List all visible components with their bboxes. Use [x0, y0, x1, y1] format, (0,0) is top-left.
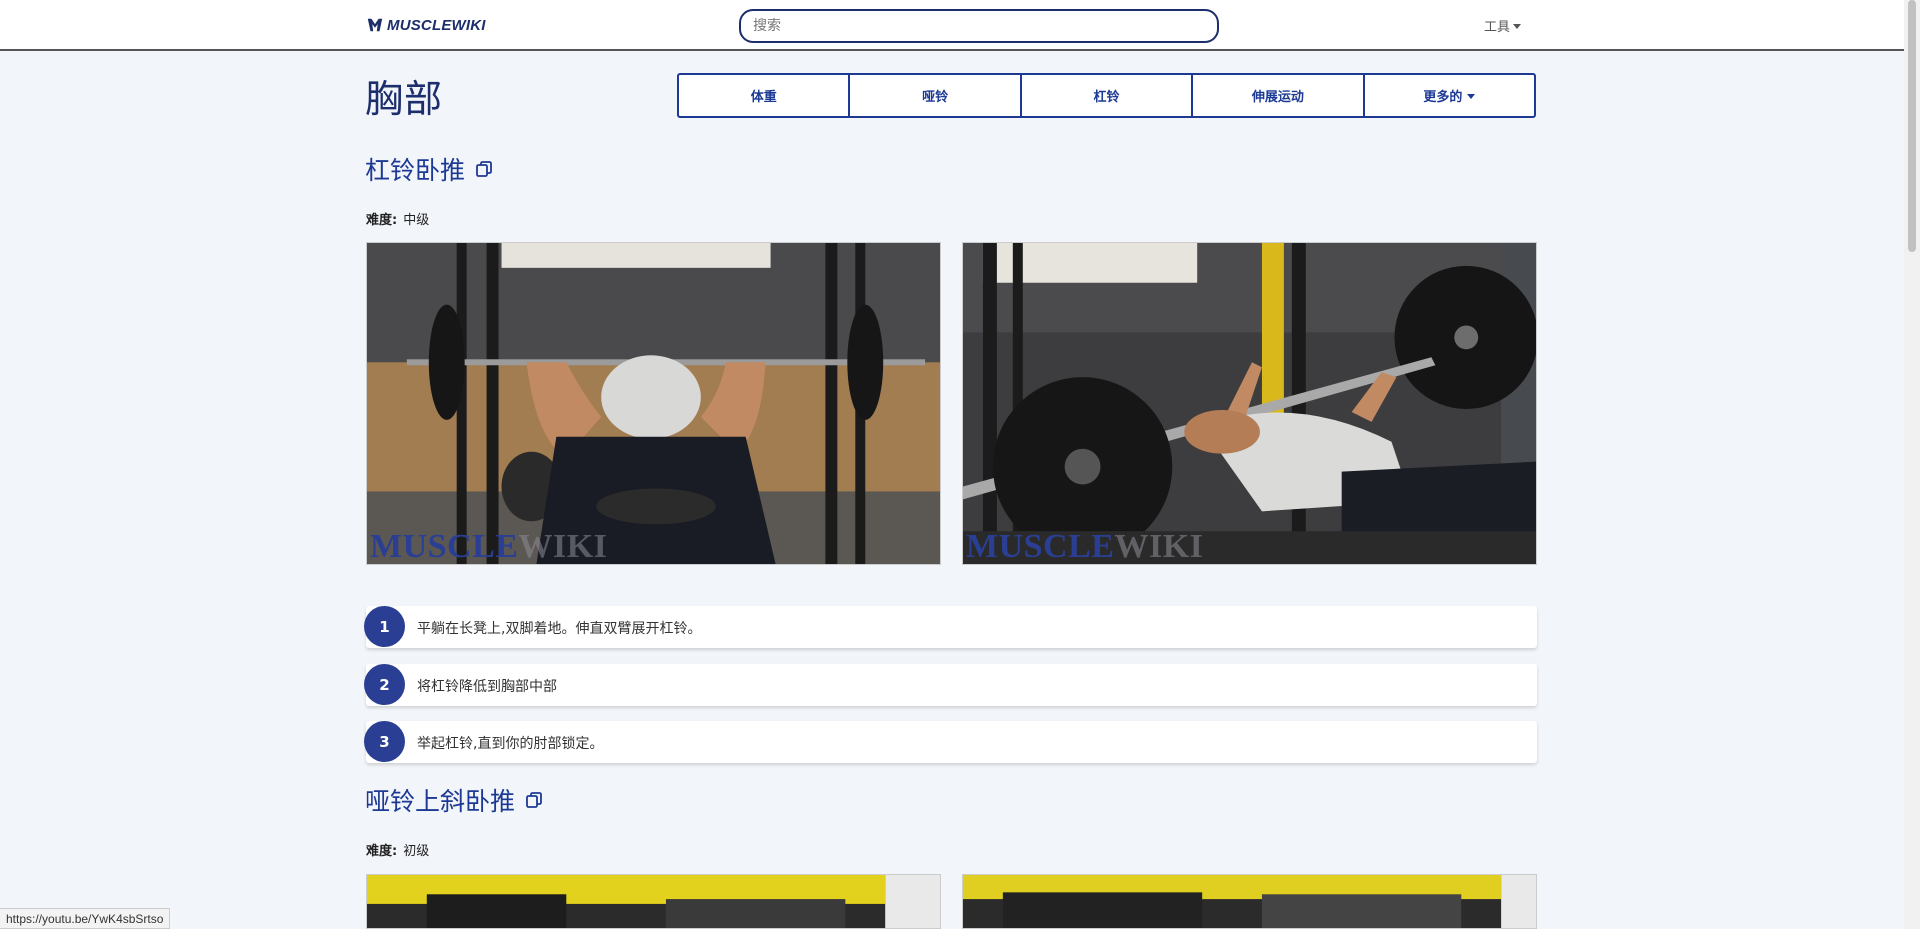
step-number: 1 [364, 606, 405, 647]
video-watermark: MUSCLEWIKI [370, 528, 608, 565]
video-frame-front [367, 875, 940, 928]
copy-icon[interactable] [525, 791, 543, 809]
difficulty: 难度: 中级 [366, 209, 429, 228]
top-navbar: MUSCLEWIKI 工具 [0, 0, 1904, 51]
instruction-step: 2 将杠铃降低到胸部中部 [364, 664, 1537, 706]
tab-label: 杠铃 [1093, 90, 1120, 105]
logo-text: MUSCLEWIKI [387, 16, 486, 34]
step-text: 举起杠铃,直到你的肘部锁定。 [417, 736, 604, 752]
search-input[interactable] [739, 9, 1219, 43]
chevron-down-icon [1467, 93, 1476, 99]
tab-bodyweight[interactable]: 体重 [679, 75, 851, 116]
instruction-step: 3 举起杠铃,直到你的肘部锁定。 [364, 721, 1537, 763]
step-number: 3 [364, 721, 405, 762]
tools-dropdown[interactable]: 工具 [1484, 16, 1522, 35]
exercise-title: 哑铃上斜卧推 [365, 782, 543, 818]
video-frame-front [367, 243, 940, 564]
difficulty-value: 初级 [403, 844, 430, 859]
difficulty-value: 中级 [403, 213, 430, 228]
tab-stretches[interactable]: 伸展运动 [1193, 75, 1365, 116]
tab-label: 哑铃 [922, 90, 949, 105]
exercise-title-text: 哑铃上斜卧推 [365, 787, 516, 816]
page-title: 胸部 [365, 77, 444, 121]
tab-barbell[interactable]: 杠铃 [1022, 75, 1194, 116]
chevron-down-icon [1513, 23, 1522, 29]
instruction-step: 1 平躺在长凳上,双脚着地。伸直双臂展开杠铃。 [364, 606, 1537, 648]
video-frame-side [963, 875, 1536, 928]
page-scrollbar[interactable] [1904, 0, 1920, 929]
tools-label: 工具 [1484, 20, 1511, 35]
tab-dumbbells[interactable]: 哑铃 [850, 75, 1022, 116]
video-watermark: MUSCLEWIKI [966, 528, 1204, 565]
difficulty-label: 难度: [366, 213, 398, 228]
exercise-title: 杠铃卧推 [365, 151, 493, 187]
tab-label: 体重 [750, 90, 777, 105]
tab-label: 伸展运动 [1251, 90, 1304, 105]
step-text: 平躺在长凳上,双脚着地。伸直双臂展开杠铃。 [417, 621, 702, 637]
copy-icon[interactable] [475, 160, 493, 178]
site-logo[interactable]: MUSCLEWIKI [366, 14, 486, 36]
tab-label: 更多的 [1423, 90, 1463, 105]
exercise-video-front[interactable]: MUSCLEWIKI [366, 242, 941, 565]
tab-more-dropdown[interactable]: 更多的 [1365, 75, 1534, 116]
difficulty-label: 难度: [366, 844, 398, 859]
exercise-title-text: 杠铃卧推 [365, 156, 466, 185]
exercise-video-side[interactable] [962, 874, 1537, 929]
difficulty: 难度: 初级 [366, 840, 429, 859]
category-tabs: 体重 哑铃 杠铃 伸展运动 更多的 [677, 73, 1536, 118]
step-number: 2 [364, 664, 405, 705]
exercise-video-front[interactable] [366, 874, 941, 929]
scrollbar-thumb[interactable] [1908, 0, 1916, 252]
musclewiki-logo-icon [367, 18, 383, 32]
exercise-video-side[interactable]: MUSCLEWIKI [962, 242, 1537, 565]
video-frame-side [963, 243, 1536, 564]
browser-status-url: https://youtu.be/YwK4sbSrtso [0, 908, 171, 929]
step-text: 将杠铃降低到胸部中部 [417, 679, 557, 695]
